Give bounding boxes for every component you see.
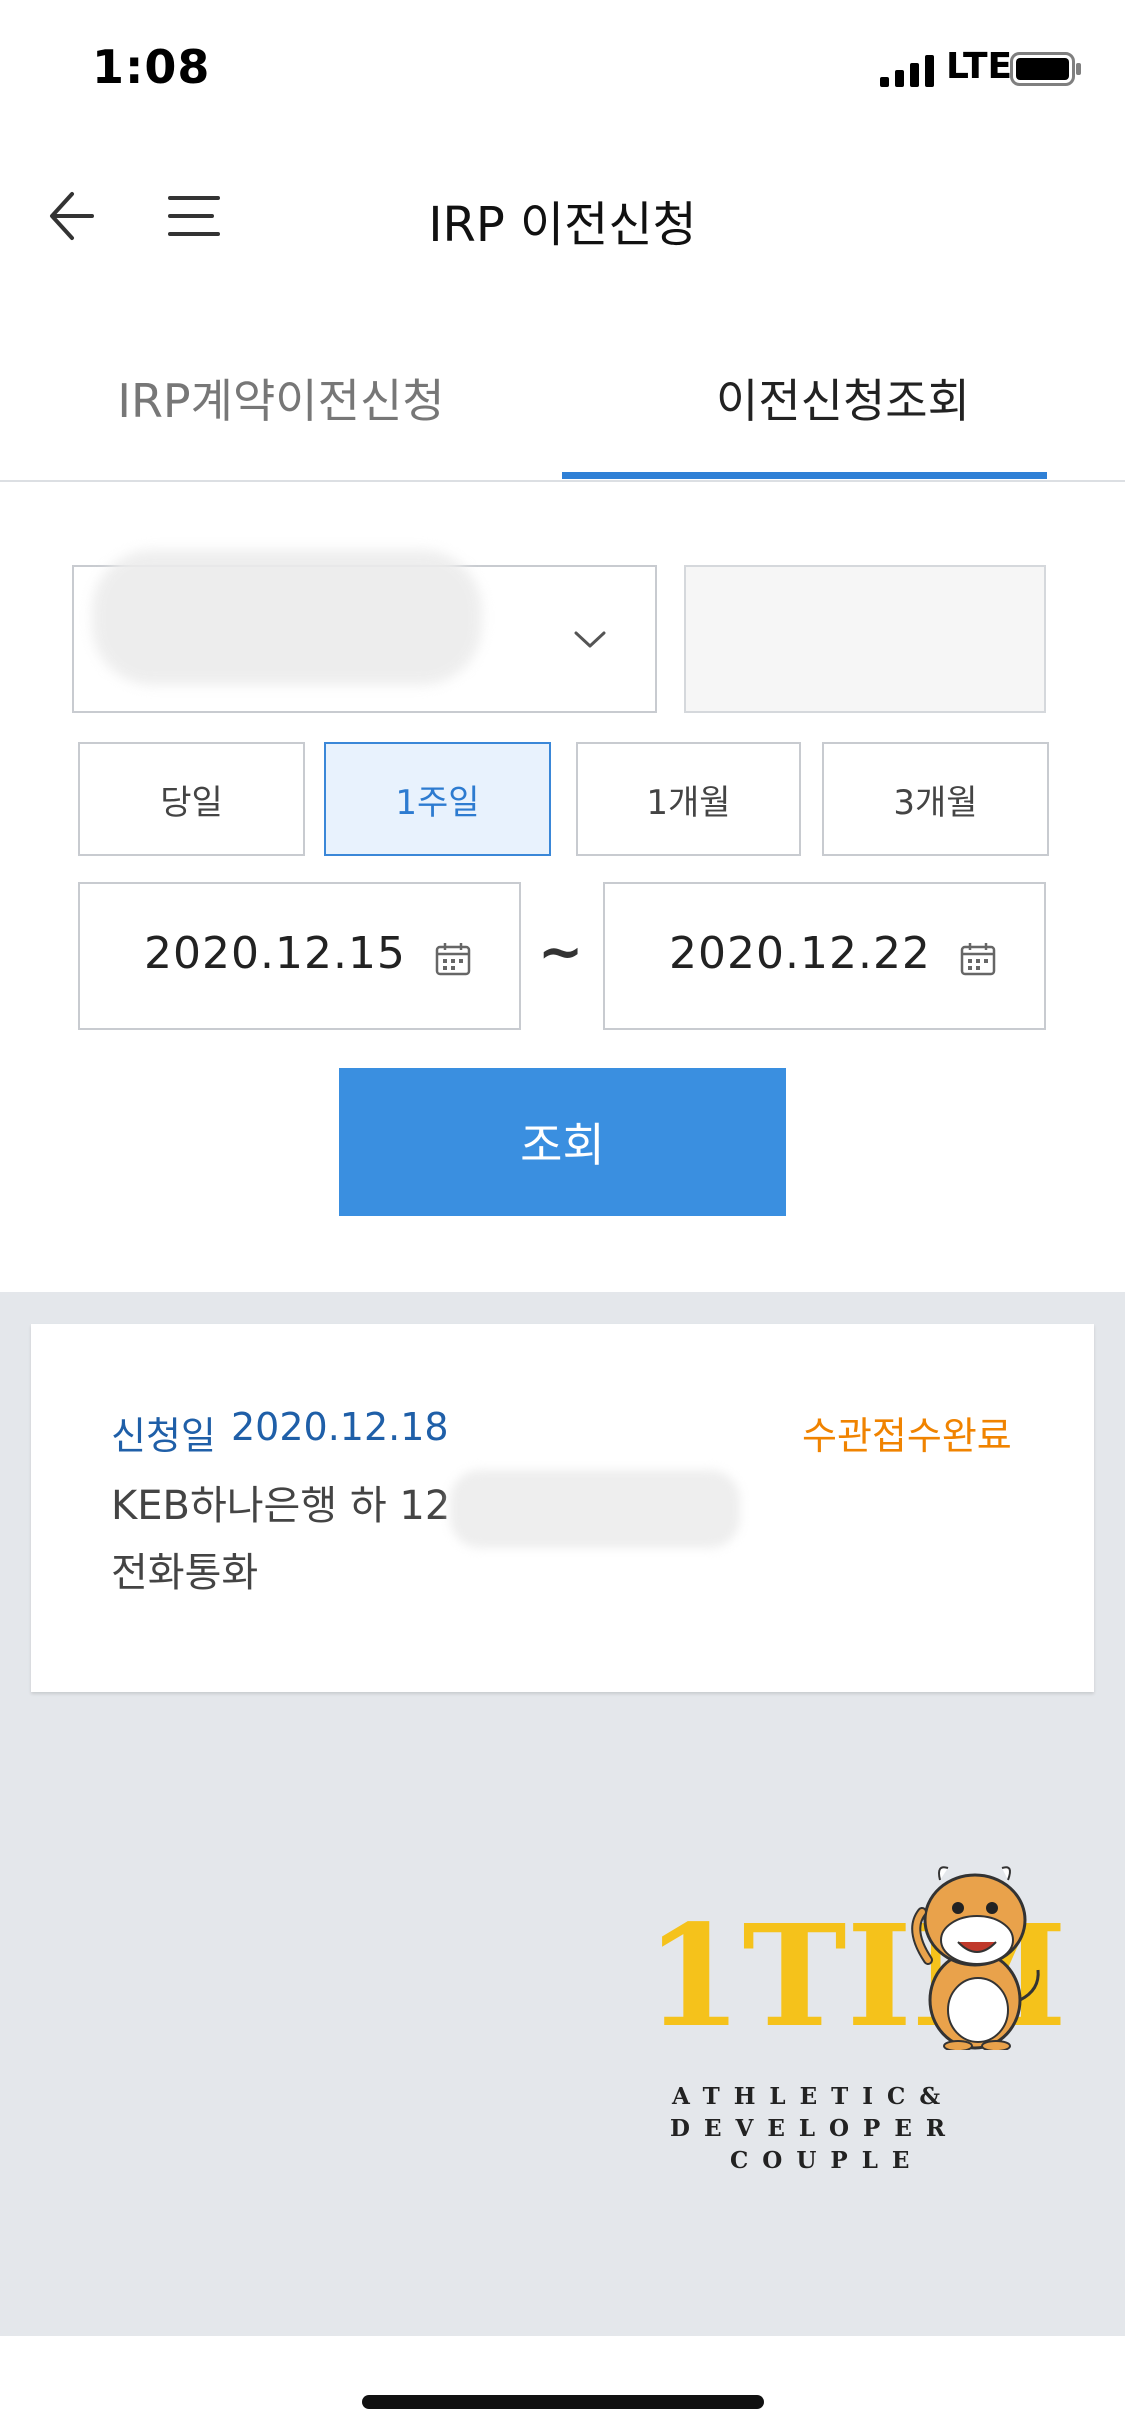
period-today-button[interactable]: 당일 bbox=[78, 742, 305, 856]
tab-irp-transfer-request[interactable]: IRP계약이전신청 bbox=[0, 365, 562, 431]
logo-tagline-line3: COUPLE bbox=[730, 2147, 924, 2174]
end-date-field[interactable]: 2020.12.22 bbox=[603, 882, 1046, 1030]
readonly-field bbox=[684, 565, 1046, 713]
bank-account-line: KEB하나은행 하 12 bbox=[111, 1483, 451, 1529]
date-range-separator: ~ bbox=[538, 920, 584, 983]
start-date-field[interactable]: 2020.12.15 bbox=[78, 882, 521, 1030]
calendar-icon[interactable] bbox=[435, 942, 471, 976]
logo-tagline-line2: DEVELOPER bbox=[670, 2115, 959, 2142]
masked-account-number bbox=[92, 550, 482, 685]
battery-icon bbox=[1010, 52, 1081, 86]
home-indicator[interactable] bbox=[362, 2395, 764, 2409]
status-time: 1:08 bbox=[92, 40, 211, 94]
chevron-down-icon[interactable] bbox=[570, 625, 610, 653]
page-title: IRP 이전신청 bbox=[428, 197, 697, 253]
logo-tagline-line1: ATHLETIC& bbox=[672, 2083, 955, 2110]
period-1week-button[interactable]: 1주일 bbox=[324, 742, 551, 856]
period-1month-button[interactable]: 1개월 bbox=[576, 742, 801, 856]
bottom-safe-area bbox=[0, 2336, 1125, 2436]
status-badge: 수관접수완료 bbox=[802, 1414, 1012, 1458]
brand-logo: 1TIM bbox=[645, 1866, 1067, 2050]
tab-bar: IRP계약이전신청 이전신청조회 bbox=[0, 340, 1125, 482]
request-date-value: 2020.12.18 bbox=[231, 1405, 449, 1449]
request-date-label: 신청일 bbox=[111, 1414, 216, 1458]
search-button[interactable]: 조회 bbox=[339, 1068, 786, 1216]
end-date-value: 2020.12.22 bbox=[669, 928, 931, 979]
calendar-icon[interactable] bbox=[960, 942, 996, 976]
signal-icon bbox=[880, 55, 934, 87]
start-date-value: 2020.12.15 bbox=[144, 928, 406, 979]
currency-line: 전화통화 bbox=[111, 1550, 259, 1596]
active-tab-indicator bbox=[562, 472, 1047, 479]
masked-account-number bbox=[450, 1470, 740, 1548]
period-3month-button[interactable]: 3개월 bbox=[822, 742, 1049, 856]
network-type: LTE bbox=[946, 46, 1013, 87]
tab-transfer-inquiry[interactable]: 이전신청조회 bbox=[562, 365, 1124, 431]
